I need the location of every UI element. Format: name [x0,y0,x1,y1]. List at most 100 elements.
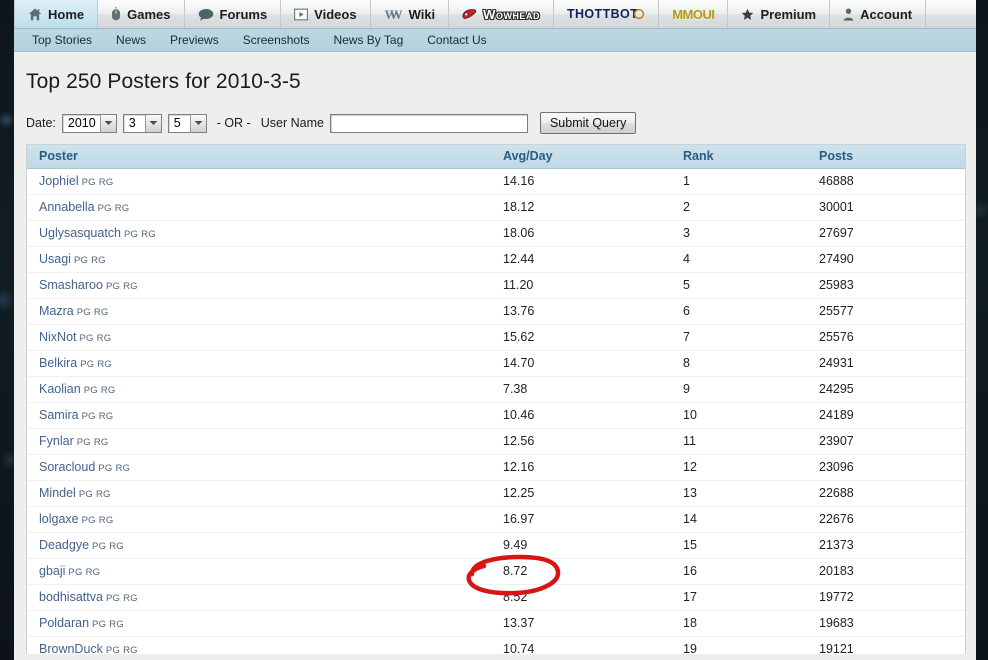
poster-tag-rg[interactable]: RG [141,229,156,240]
poster-tag-pg[interactable]: PG [68,567,82,578]
poster-tag-rg[interactable]: RG [96,489,111,500]
poster-link[interactable]: Belkira [39,356,77,370]
column-header-posts[interactable]: Posts [819,145,965,169]
tab-home[interactable]: Home [14,0,99,28]
poster-tag-rg[interactable]: RG [91,255,106,266]
poster-link[interactable]: Uglysasquatch [39,226,121,240]
poster-tag-rg[interactable]: RG [123,593,138,604]
cell-poster: Samira PG RG [27,402,503,429]
poster-tag-pg[interactable]: PG [98,203,112,214]
subnav-item-contact-us[interactable]: Contact Us [427,33,486,47]
poster-tag-pg[interactable]: PG [82,177,96,188]
cell-avg-day: 7.38 [503,376,683,403]
poster-link[interactable]: Mazra [39,304,74,318]
poster-tag-pg[interactable]: PG [80,333,94,344]
username-input[interactable] [329,113,528,133]
poster-tag-rg[interactable]: RG [123,281,138,292]
cell-posts: 24931 [819,350,965,377]
year-select[interactable]: 2010 [61,113,117,133]
poster-tag-rg[interactable]: RG [97,333,112,344]
poster-tag-pg[interactable]: PG [106,645,120,654]
cell-poster: Smasharoo PG RG [27,272,503,299]
poster-tag-rg[interactable]: RG [86,567,101,578]
poster-tag-pg[interactable]: PG [98,463,112,474]
tab-games[interactable]: Games [98,0,185,28]
poster-link[interactable]: Soracloud [39,460,95,474]
poster-tag-rg[interactable]: RG [109,619,124,630]
table-row: Annabella PG RG 18.12 2 30001 [27,194,965,221]
day-select[interactable]: 5 [167,113,207,133]
tab-wiki[interactable]: W W Wiki [371,0,450,28]
poster-link[interactable]: Samira [39,408,79,422]
subnav-item-news[interactable]: News [116,33,146,47]
cell-rank: 3 [683,220,819,247]
tab-premium[interactable]: Premium [728,0,831,28]
poster-link[interactable]: bodhisattva [39,590,103,604]
table-row: Smasharoo PG RG 11.20 5 25983 [27,272,965,299]
subnav-item-news-by-tag[interactable]: News By Tag [333,33,403,47]
poster-tag-pg[interactable]: PG [82,411,96,422]
poster-link[interactable]: Jophiel [39,174,79,188]
poster-tag-pg[interactable]: PG [84,385,98,396]
month-select[interactable]: 3 [122,113,162,133]
poster-link[interactable]: NixNot [39,330,77,344]
poster-tag-pg[interactable]: PG [80,359,94,370]
tab-videos[interactable]: Videos [281,0,371,28]
poster-link[interactable]: Usagi [39,252,71,266]
tab-label: Games [127,6,171,22]
poster-tag-rg[interactable]: RG [123,645,138,654]
poster-tag-rg[interactable]: RG [101,385,116,396]
poster-link[interactable]: Poldaran [39,616,89,630]
tab-account[interactable]: Account [830,0,927,28]
poster-tag-rg[interactable]: RG [94,307,109,318]
poster-link[interactable]: Kaolian [39,382,81,396]
tab-forums[interactable]: Forums [185,0,282,28]
subnav-item-previews[interactable]: Previews [170,33,219,47]
poster-tag-pg[interactable]: PG [106,593,120,604]
column-header-avg-day[interactable]: Avg/Day [503,145,683,169]
poster-link[interactable]: gbaji [39,564,65,578]
poster-tag-rg[interactable]: RG [94,437,109,448]
table-row: gbaji PG RG 8.72 16 20183 [27,558,965,585]
poster-tag-pg[interactable]: PG [106,281,120,292]
poster-tag-pg[interactable]: PG [77,307,91,318]
table-row: Uglysasquatch PG RG 18.06 3 27697 [27,220,965,247]
tab-wowhead[interactable]: Wowhead [449,0,554,28]
poster-tag-pg[interactable]: PG [82,515,96,526]
poster-link[interactable]: Smasharoo [39,278,103,292]
poster-link[interactable]: lolgaxe [39,512,79,526]
cell-posts: 46888 [819,168,965,195]
poster-tag-pg[interactable]: PG [79,489,93,500]
poster-link[interactable]: Deadgye [39,538,89,552]
poster-link[interactable]: Fynlar [39,434,74,448]
poster-tag-rg[interactable]: RG [109,541,124,552]
poster-tag-rg[interactable]: RG [115,203,130,214]
submit-query-button[interactable]: Submit Query [539,112,637,134]
filter-form: Date: 2010 3 5 - OR - User Name Submit Q… [14,94,976,134]
poster-link[interactable]: Mindel [39,486,76,500]
subnav-item-top-stories[interactable]: Top Stories [32,33,92,47]
poster-tag-rg[interactable]: RG [99,411,114,422]
poster-link[interactable]: Annabella [39,200,95,214]
poster-tag-pg[interactable]: PG [92,619,106,630]
poster-tag-rg[interactable]: RG [99,515,114,526]
tab-thottbot[interactable]: THOTTBOT [554,0,660,28]
table-row: bodhisattva PG RG 8.52 17 19772 [27,584,965,611]
column-header-poster[interactable]: Poster [27,145,503,169]
cell-posts: 27490 [819,246,965,273]
poster-tag-pg[interactable]: PG [77,437,91,448]
tab-mmoui[interactable]: MMOUI [659,0,729,28]
table-header-row: Poster Avg/Day Rank Posts [27,145,965,169]
poster-tag-rg[interactable]: RG [99,177,114,188]
poster-tag-pg[interactable]: PG [74,255,88,266]
cell-rank: 1 [683,168,819,195]
poster-tag-pg[interactable]: PG [124,229,138,240]
poster-tag-rg[interactable]: RG [97,359,112,370]
cell-poster: gbaji PG RG [27,558,503,585]
subnav-item-screenshots[interactable]: Screenshots [243,33,310,47]
poster-link[interactable]: BrownDuck [39,642,103,654]
column-header-rank[interactable]: Rank [683,145,819,169]
table-row: lolgaxe PG RG 16.97 14 22676 [27,506,965,533]
poster-tag-rg[interactable]: RG [115,463,130,474]
poster-tag-pg[interactable]: PG [92,541,106,552]
